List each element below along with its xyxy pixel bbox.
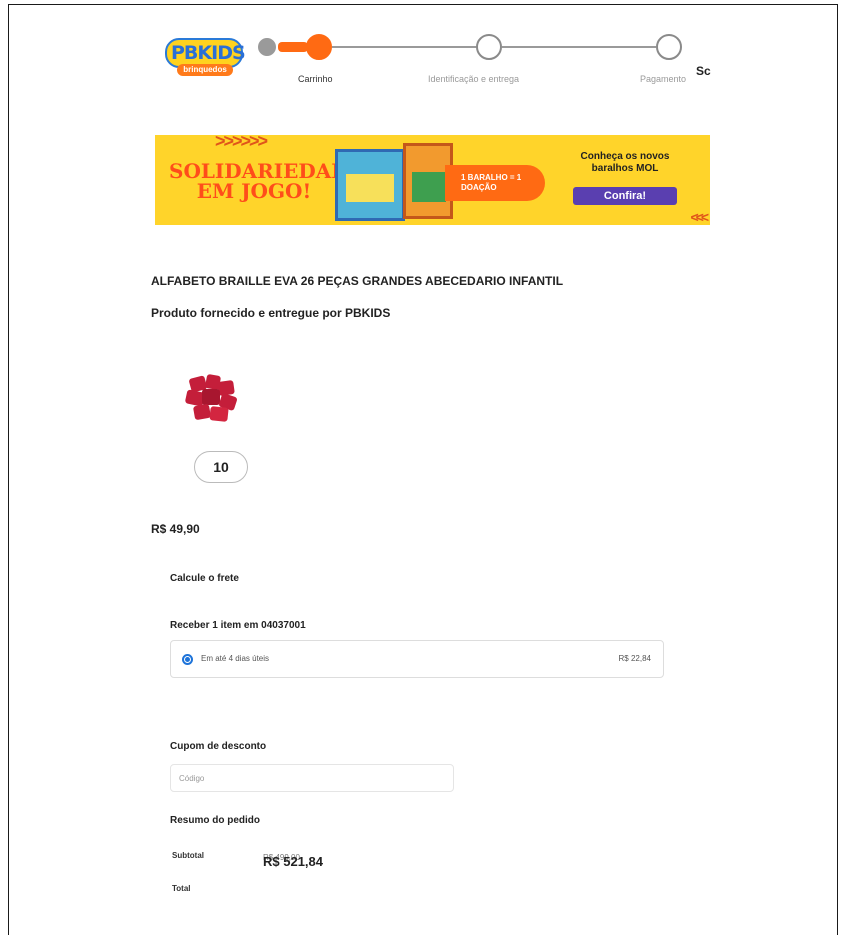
summary-heading: Resumo do pedido (170, 815, 260, 826)
banner-product-box-icon (335, 149, 405, 221)
product-title[interactable]: ALFABETO BRAILLE EVA 26 PEÇAS GRANDES AB… (151, 274, 563, 288)
logo-text: PBKIDS (171, 42, 246, 64)
step-label-identification[interactable]: Identificação e entrega (428, 74, 519, 84)
freight-receive-label: Receber 1 item em 04037001 (170, 620, 306, 631)
total-value: R$ 521,84 (263, 854, 323, 869)
banner-chevrons-bottom: <<< (690, 209, 708, 225)
freight-option-price: R$ 22,84 (618, 654, 651, 663)
banner-chevrons-top: >>>>>> (215, 135, 268, 151)
banner-pill: 1 BARALHO = 1 DOAÇÃO (445, 165, 545, 201)
promo-banner[interactable]: >>>>>> SOLIDARIEDADE EM JOGO! 1 BARALHO … (155, 135, 710, 225)
total-label: Total (172, 884, 191, 893)
logo-subtext: brinquedos (177, 64, 233, 76)
quantity-stepper[interactable]: 10 (194, 451, 248, 483)
banner-cta-text: Conheça os novos baralhos MOL (580, 151, 670, 174)
freight-option[interactable]: Em até 4 dias úteis R$ 22,84 (170, 640, 664, 678)
banner-headline: SOLIDARIEDADE EM JOGO! (169, 159, 364, 203)
step-label-cart[interactable]: Carrinho (298, 74, 333, 84)
step-payment-dot[interactable] (656, 34, 682, 60)
banner-cta-button[interactable]: Confira! (573, 187, 677, 205)
header-cut-text: Sc (696, 64, 711, 78)
step-identification-dot[interactable] (476, 34, 502, 60)
step-cart-dot[interactable] (306, 34, 332, 60)
freight-option-label: Em até 4 dias úteis (201, 654, 270, 663)
site-logo[interactable]: PBKIDS brinquedos (165, 38, 246, 78)
product-blocks-icon[interactable] (184, 373, 244, 423)
stepper-line (502, 46, 656, 48)
stepper-line (332, 46, 478, 48)
product-seller: Produto fornecido e entregue por PBKIDS (151, 306, 391, 320)
step-label-payment[interactable]: Pagamento (640, 74, 686, 84)
freight-heading: Calcule o frete (170, 573, 239, 584)
product-price: R$ 49,90 (151, 522, 200, 536)
coupon-heading: Cupom de desconto (170, 741, 267, 752)
radio-selected-icon[interactable] (182, 654, 193, 665)
coupon-input[interactable] (170, 764, 454, 792)
subtotal-label: Subtotal (172, 851, 204, 860)
stepper-start-dot (258, 38, 276, 56)
checkout-stepper: Carrinho Identificação e entrega Pagamen… (258, 34, 708, 94)
stepper-progress-bar (278, 42, 308, 52)
